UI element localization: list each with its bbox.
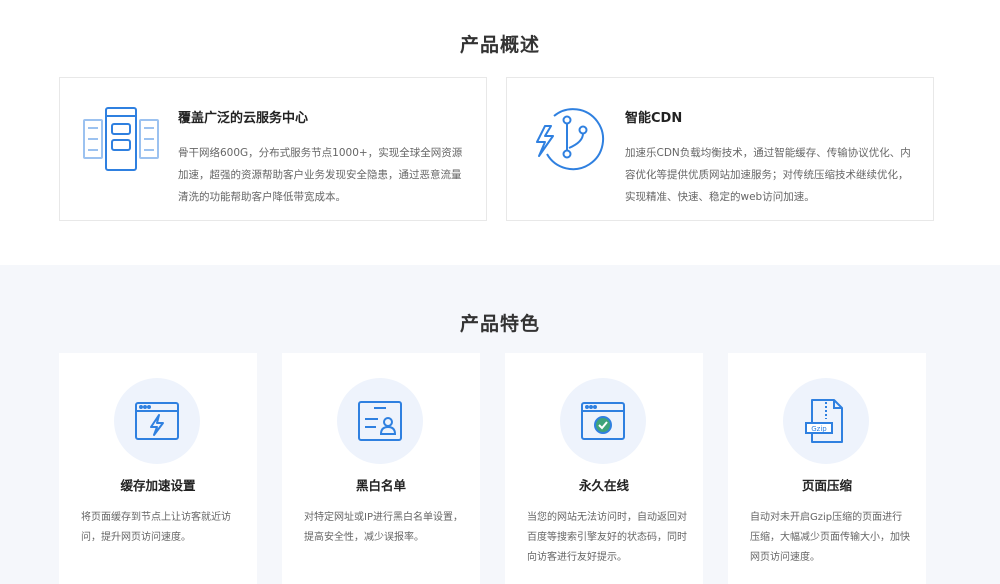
features-section: 产品特色 缓存加速设置 将页面缓存到节点上让访客就近访问，提升网页访问速度。 黑… — [0, 265, 1000, 584]
overview-card-cdn: 智能CDN 加速乐CDN负载均衡技术，通过智能缓存、传输协议优化、内容优化等提供… — [506, 77, 934, 221]
overview-card-title: 智能CDN — [625, 111, 683, 126]
overview-card-title: 覆盖广泛的云服务中心 — [178, 111, 309, 126]
overview-section: 产品概述 覆盖广泛的云服务中心 骨干网络600G，分布式服务节点1000+，实现… — [0, 0, 1000, 265]
svg-text:Gzip: Gzip — [811, 425, 827, 433]
feature-card-desc: 将页面缓存到节点上让访客就近访问，提升网页访问速度。 — [81, 512, 231, 543]
id-card-icon — [337, 378, 423, 464]
feature-card-desc: 当您的网站无法访问时，自动返回对百度等搜索引擎友好的状态码，同时向访客进行友好提… — [527, 512, 687, 563]
smart-cdn-icon — [529, 106, 607, 172]
feature-card-online: 永久在线 当您的网站无法访问时，自动返回对百度等搜索引擎友好的状态码，同时向访客… — [505, 353, 703, 584]
overview-card-desc: 骨干网络600G，分布式服务节点1000+，实现全球全网资源加速，超强的资源帮助… — [178, 147, 463, 203]
browser-check-icon — [560, 378, 646, 464]
feature-card-desc: 自动对未开启Gzip压缩的页面进行压缩，大幅减少页面传输大小，加快网页访问速度。 — [750, 512, 910, 563]
overview-title: 产品概述 — [459, 34, 540, 56]
overview-card-desc: 加速乐CDN负载均衡技术，通过智能缓存、传输协议优化、内容优化等提供优质网站加速… — [625, 147, 911, 203]
cache-lightning-icon — [114, 378, 200, 464]
feature-card-title: 永久在线 — [578, 478, 629, 493]
feature-card-desc: 对特定网址或IP进行黑白名单设置，提高安全性，减少误报率。 — [304, 512, 463, 543]
feature-card-title: 黑白名单 — [355, 478, 406, 493]
features-title: 产品特色 — [459, 313, 540, 335]
cloud-server-icon — [82, 106, 160, 172]
feature-card-title: 缓存加速设置 — [120, 478, 196, 493]
gzip-file-icon: Gzip — [783, 378, 869, 464]
feature-card-blackwhite: 黑白名单 对特定网址或IP进行黑白名单设置，提高安全性，减少误报率。 — [282, 353, 480, 584]
overview-card-cloud: 覆盖广泛的云服务中心 骨干网络600G，分布式服务节点1000+，实现全球全网资… — [59, 77, 487, 221]
feature-card-compress: Gzip 页面压缩 自动对未开启Gzip压缩的页面进行压缩，大幅减少页面传输大小… — [728, 353, 926, 584]
feature-card-title: 页面压缩 — [801, 478, 852, 493]
feature-card-cache: 缓存加速设置 将页面缓存到节点上让访客就近访问，提升网页访问速度。 — [59, 353, 257, 584]
